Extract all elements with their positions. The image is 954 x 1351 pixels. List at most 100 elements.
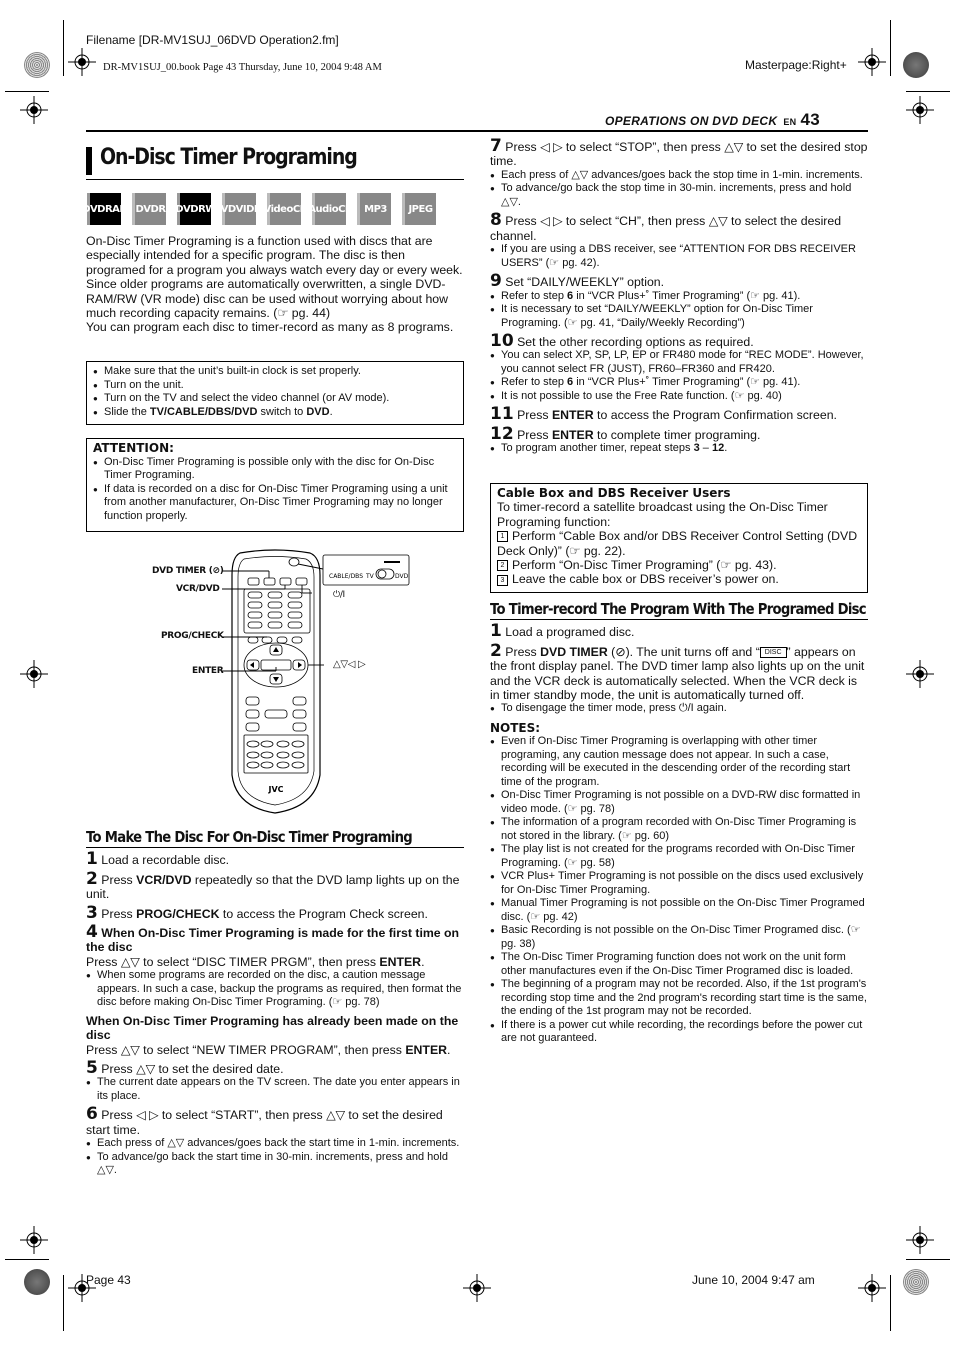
color-target-icon xyxy=(903,52,929,78)
book-line: DR-MV1SUJ_00.book Page 43 Thursday, June… xyxy=(103,62,382,73)
intro-text: On-Disc Timer Programing is a function u… xyxy=(86,234,464,335)
timer-record-section: To Timer-record The Program With The Pro… xyxy=(490,601,868,1046)
registration-mark-icon xyxy=(906,96,934,124)
steps-continued: 7 Press ◁ ▷ to select “STOP”, then press… xyxy=(490,138,868,456)
crop-mark xyxy=(5,91,49,92)
registration-mark-icon xyxy=(906,1226,934,1254)
section-heading: To Make The Disc For On-Disc Timer Progr… xyxy=(86,828,413,846)
callout-prog-check: PROG/CHECK xyxy=(161,631,224,641)
section-heading-block: To Make The Disc For On-Disc Timer Progr… xyxy=(86,828,464,849)
note-item: Even if On-Disc Timer Programing is over… xyxy=(490,735,868,789)
note-item: VCR Plus+ Timer Programing is not possib… xyxy=(490,870,868,897)
registration-mark-icon xyxy=(463,1274,491,1302)
intro-paragraph: On-Disc Timer Programing is a function u… xyxy=(86,234,463,321)
switch-label-dvd: DVD xyxy=(395,573,409,580)
attention-item: If data is recorded on a disc for On-Dis… xyxy=(93,483,457,524)
registration-mark-icon xyxy=(68,48,96,76)
title-bar xyxy=(86,147,92,175)
callout-arrows: △▽◁ ▷ xyxy=(333,659,366,670)
filename-label: Filename [DR-MV1SUJ_06DVD Operation2.fm] xyxy=(86,33,339,47)
make-disc-section: To Make The Disc For On-Disc Timer Progr… xyxy=(86,828,464,1178)
crop-mark xyxy=(890,1275,891,1331)
note-item: Basic Recording is not possible on the O… xyxy=(490,924,868,951)
step-note: If you are using a DBS receiver, see “AT… xyxy=(490,243,868,270)
note-item: The beginning of a program may not be re… xyxy=(490,978,868,1019)
disc-badge: Audio CD xyxy=(308,193,353,225)
step-4: 4 When On-Disc Timer Programing is made … xyxy=(86,924,464,1057)
color-target-icon xyxy=(24,52,50,78)
note-item: On-Disc Timer Programing is not possible… xyxy=(490,789,868,816)
step-10: 10 Set the other recording options as re… xyxy=(490,333,868,403)
step-1: 1 Load a recordable disc. xyxy=(86,849,230,870)
cable-box-intro: To timer-record a satellite broadcast us… xyxy=(497,500,828,529)
registration-mark-icon xyxy=(20,660,48,688)
cable-box-heading: Cable Box and DBS Receiver Users xyxy=(497,486,731,500)
disc-badge: DVD RAM xyxy=(82,193,129,225)
section-heading-block: To Timer-record The Program With The Pro… xyxy=(490,601,868,621)
prep-item: Turn on the unit. xyxy=(93,379,457,393)
masterpage-label: Masterpage:Right+ xyxy=(745,58,847,72)
language-label: EN xyxy=(783,117,797,127)
switch-label-tv: TV xyxy=(365,573,375,580)
registration-mark-icon xyxy=(858,48,886,76)
callout-dvd-timer: DVD TIMER (⊘) xyxy=(152,566,224,576)
step-5: 5 Press △▽ to set the desired date. The … xyxy=(86,1059,464,1103)
disc-compatibility-badges: DVD RAM DVD R DVD RW DVD VIDEO Video CD Audio CD MP3… xyxy=(82,193,436,225)
step-12: 12 Press ENTER to complete timer program… xyxy=(490,425,868,456)
note-item: If there is a power cut while recording,… xyxy=(490,1019,868,1046)
attention-item: On-Disc Timer Programing is possible onl… xyxy=(93,456,457,483)
header-rule xyxy=(86,130,868,132)
brand-logo: JVC xyxy=(267,785,283,794)
registration-mark-icon xyxy=(906,660,934,688)
step-note: You can select XP, SP, LP, EP or FR480 m… xyxy=(490,349,868,376)
cable-box-panel: Cable Box and DBS Receiver Users To time… xyxy=(490,483,868,593)
step-note: Refer to step 6 in “VCR Plus+˚ Timer Pro… xyxy=(490,376,868,390)
step-note: To advance/go back the stop time in 30-m… xyxy=(490,182,868,209)
attention-box: ATTENTION: On-Disc Timer Programing is p… xyxy=(86,438,464,532)
notes-list: Even if On-Disc Timer Programing is over… xyxy=(490,735,868,1046)
attention-heading: ATTENTION: xyxy=(93,441,174,455)
disc-indicator-icon: DISC xyxy=(759,647,787,659)
callout-enter: ENTER xyxy=(192,666,224,676)
page-title-block: On-Disc Timer Programing xyxy=(86,145,464,180)
step-note: It is necessary to set “DAILY/WEEKLY” op… xyxy=(490,303,868,330)
step-note: It is not possible to use the Free Rate … xyxy=(490,390,868,404)
page-number: 43 xyxy=(800,110,820,129)
cable-step: 3 Leave the cable box or DBS receiver’s p… xyxy=(497,572,861,586)
crop-mark xyxy=(63,1275,64,1331)
disc-badge: JPEG xyxy=(402,193,436,225)
crop-mark xyxy=(906,1259,950,1260)
note-item: The On-Disc Timer Programing function do… xyxy=(490,951,868,978)
prep-item: Turn on the TV and select the video chan… xyxy=(93,392,457,406)
callout-power: ⏻/I xyxy=(333,590,345,600)
notes-heading: NOTES: xyxy=(490,720,541,735)
step-2: 2 Press VCR/DVD repeatedly so that the D… xyxy=(86,868,460,902)
switch-label-cable: CABLE/DBS xyxy=(329,573,363,580)
step-note: Each press of △▽ advances/goes back the … xyxy=(86,1137,464,1151)
crop-mark xyxy=(5,1259,49,1260)
note-item: Manual Timer Programing is not possible … xyxy=(490,897,868,924)
callout-vcr-dvd: VCR/DVD xyxy=(176,584,220,594)
step-2: 2 Press DVD TIMER (⊘). The unit turns of… xyxy=(490,642,868,716)
registration-mark-icon xyxy=(858,1274,886,1302)
crop-mark xyxy=(890,20,891,76)
step-9: 9 Set “DAILY/WEEKLY” option. Refer to st… xyxy=(490,273,868,330)
step-note: When some programs are recorded on the d… xyxy=(86,969,464,1010)
crop-mark xyxy=(906,91,950,92)
page-title: On-Disc Timer Programing xyxy=(100,145,358,170)
cable-step: 2 Perform “On-Disc Timer Programing” (☞ p… xyxy=(497,558,861,572)
step-note: To program another timer, repeat steps 3… xyxy=(490,442,868,456)
step-11: 11 Press ENTER to access the Program Con… xyxy=(490,404,837,425)
step-note: To disengage the timer mode, press ⏻/I a… xyxy=(490,702,868,716)
registration-mark-icon xyxy=(20,1226,48,1254)
step-note: Each press of △▽ advances/goes back the … xyxy=(490,169,868,183)
step-note: Refer to step 6 in “VCR Plus+˚ Timer Pro… xyxy=(490,290,868,304)
color-target-icon xyxy=(903,1269,929,1295)
note-item: The play list is not created for the pro… xyxy=(490,843,868,870)
crop-mark xyxy=(63,20,64,76)
registration-mark-icon xyxy=(20,96,48,124)
step-1: 1 Load a programed disc. xyxy=(490,621,635,642)
step-7: 7 Press ◁ ▷ to select “STOP”, then press… xyxy=(490,138,868,209)
cable-step: 1 Perform “Cable Box and/or DBS Receiver … xyxy=(497,529,858,558)
disc-badge: DVD R xyxy=(132,193,166,225)
